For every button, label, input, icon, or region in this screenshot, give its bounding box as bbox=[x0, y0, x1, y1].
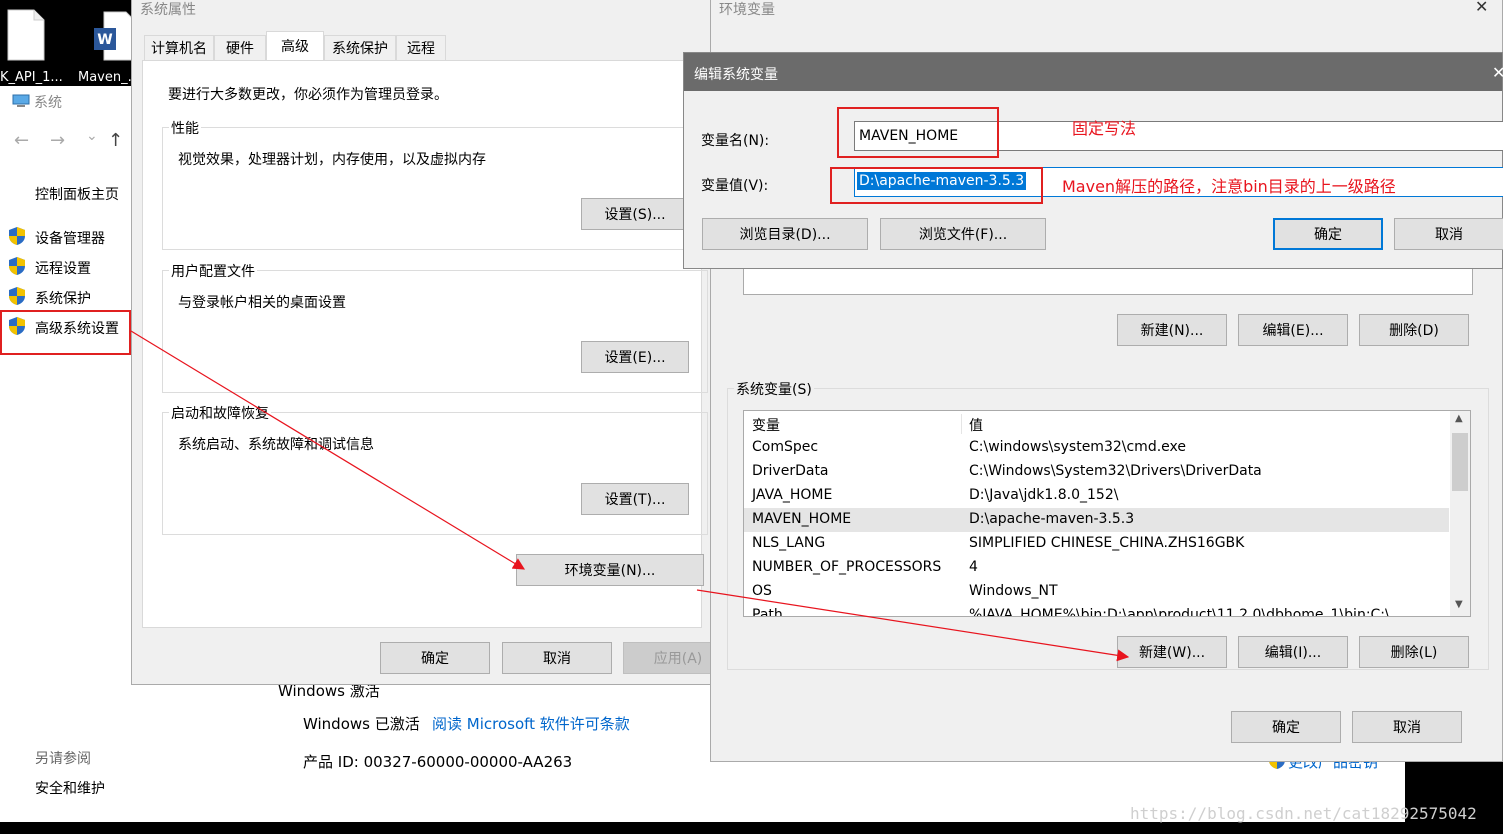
arrow-to-new-button bbox=[696, 589, 1130, 662]
annotation-arrows bbox=[130, 330, 1130, 662]
watermark: https://blog.csdn.net/cat18292575042 bbox=[1130, 804, 1477, 823]
arrow-to-env-button bbox=[130, 330, 526, 570]
